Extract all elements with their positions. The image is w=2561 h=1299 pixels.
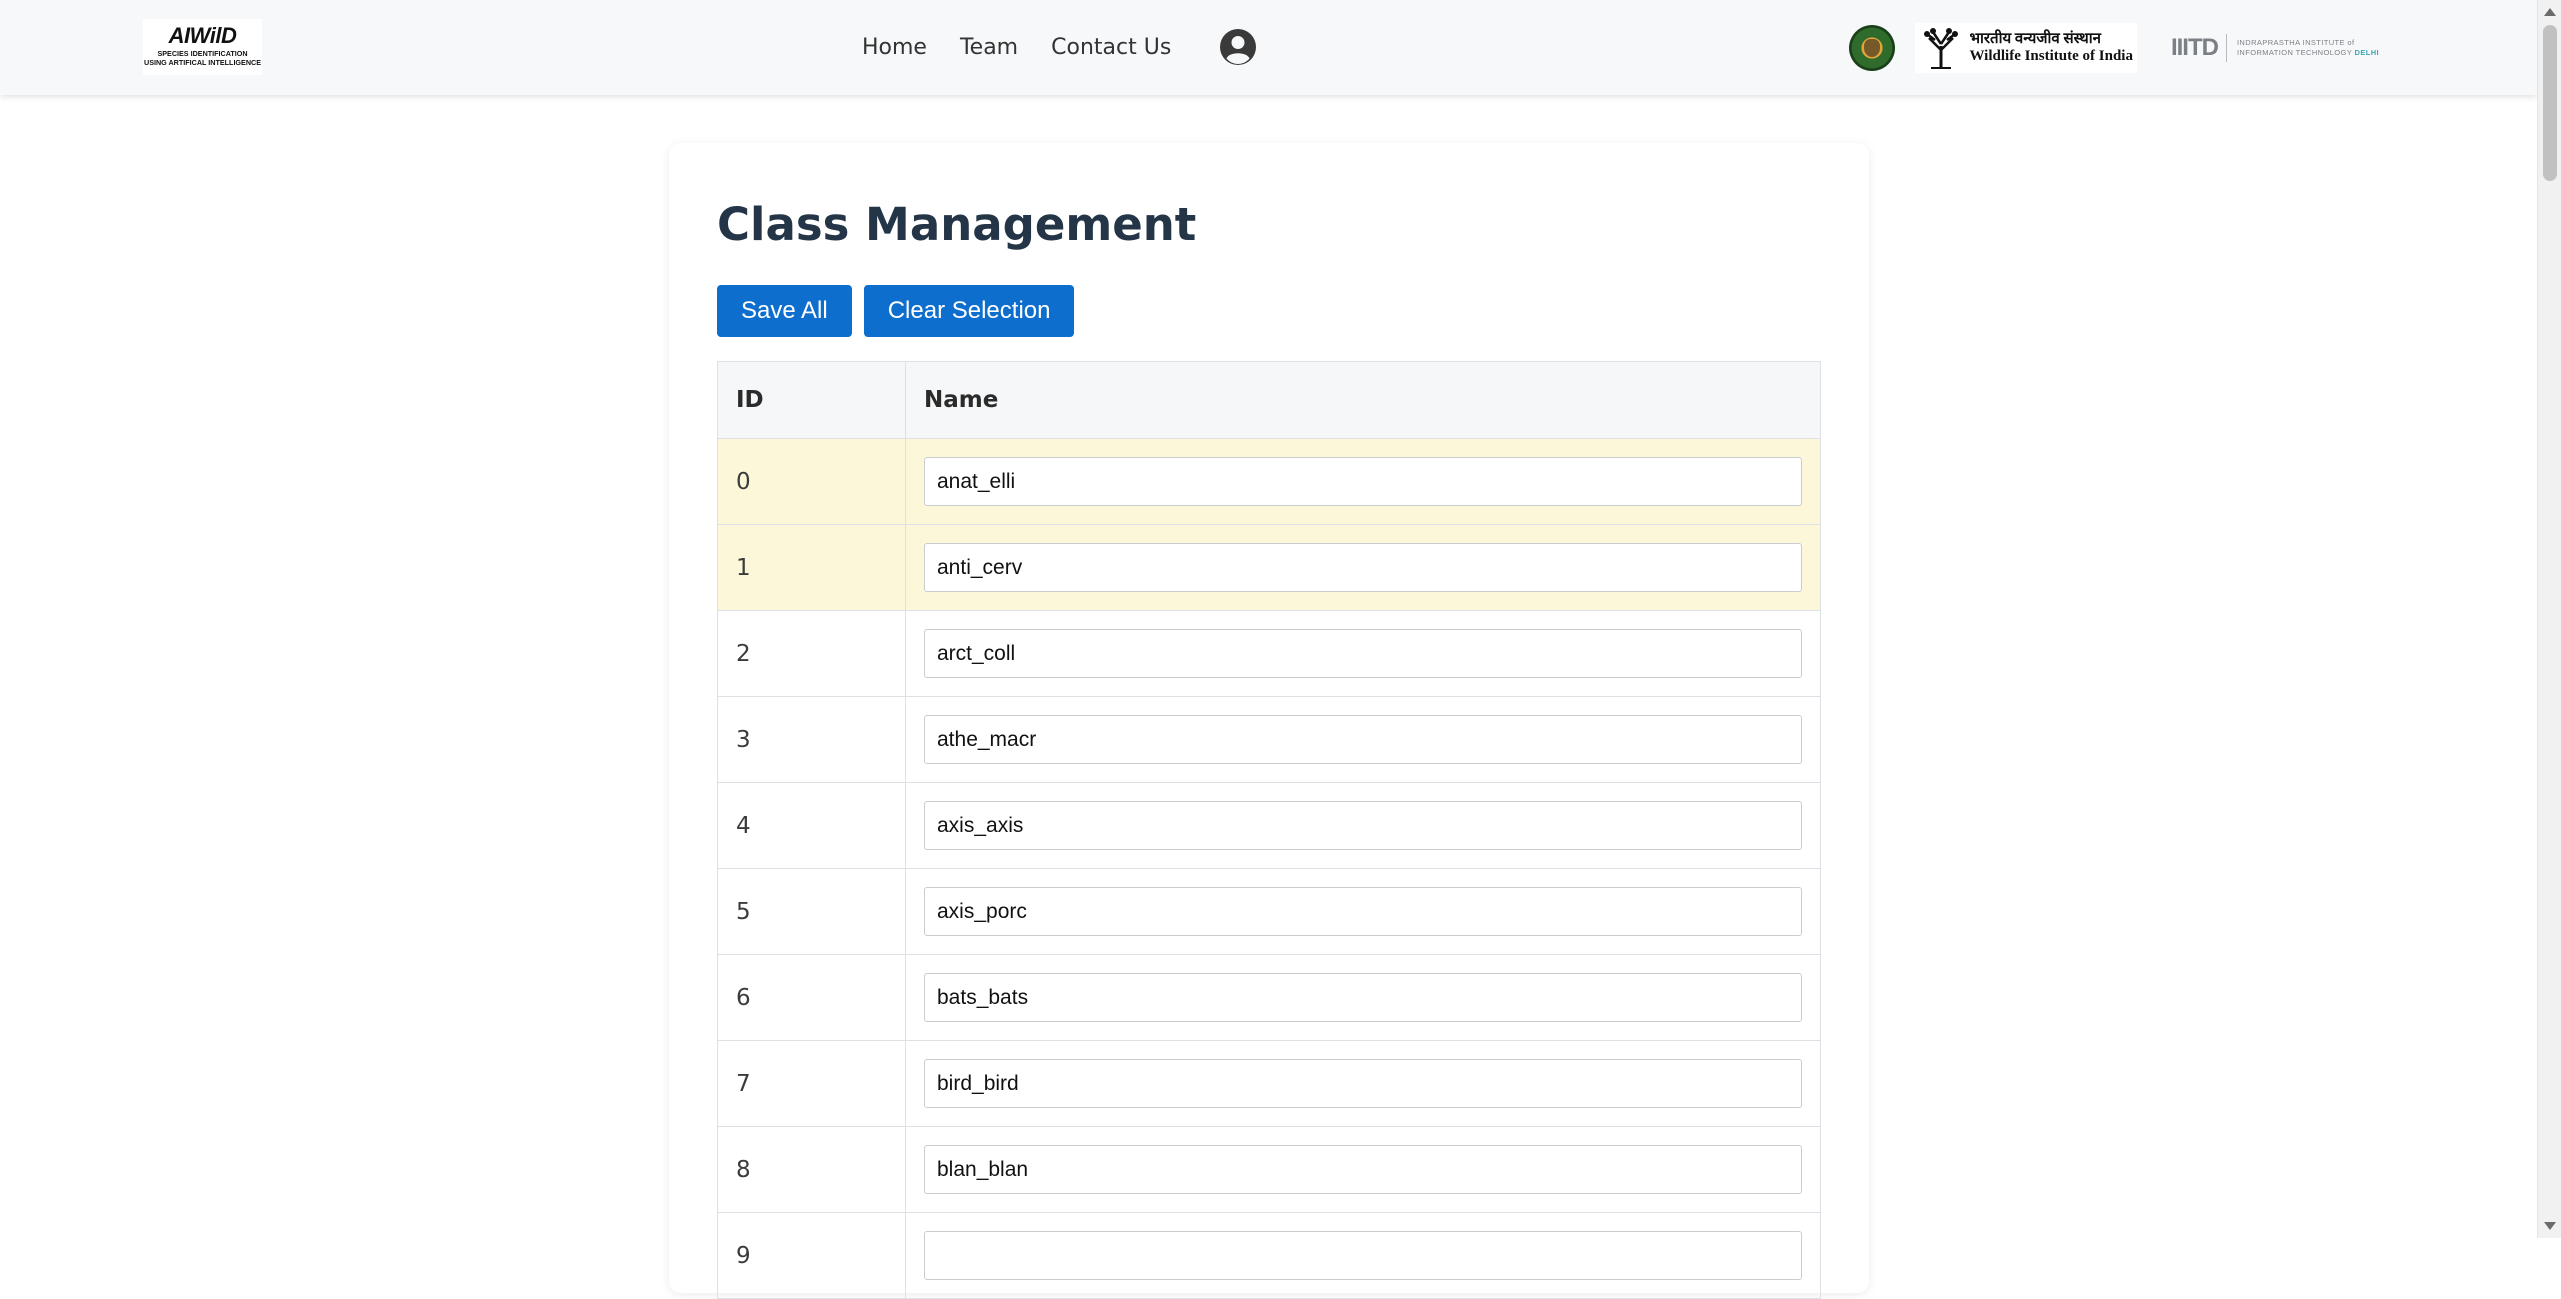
- page-scrollbar[interactable]: [2537, 0, 2561, 1238]
- scroll-down-arrow-icon[interactable]: [2544, 1222, 2556, 1230]
- class-management-card: Class Management Save All Clear Selectio…: [669, 143, 1869, 1299]
- class-name-cell: [905, 610, 1821, 697]
- class-table-wrapper: ID Name 0123456789: [717, 361, 1821, 1299]
- table-row[interactable]: 0: [717, 438, 1821, 525]
- main-nav: Home Team Contact Us: [862, 25, 1257, 69]
- class-name-input[interactable]: [924, 457, 1802, 506]
- scroll-thumb[interactable]: [2543, 25, 2557, 181]
- class-id-cell: 8: [717, 1126, 906, 1213]
- class-name-input[interactable]: [924, 887, 1802, 936]
- scroll-up-arrow-icon[interactable]: [2544, 8, 2556, 16]
- iiitd-logo: IIITD INDRAPRASTHA INSTITUTE of INFORMAT…: [2171, 34, 2379, 62]
- class-name-cell: [905, 438, 1821, 525]
- class-id-cell: 5: [717, 868, 906, 955]
- brand-name: AIWilD: [168, 23, 237, 48]
- clear-selection-button[interactable]: Clear Selection: [863, 285, 1075, 337]
- iiitd-line-2: INFORMATION TECHNOLOGY: [2236, 48, 2353, 57]
- class-id-cell: 7: [717, 1040, 906, 1127]
- iiitd-city: DELHI: [2354, 48, 2379, 57]
- class-table: ID Name 0123456789: [717, 361, 1821, 1299]
- class-name-input[interactable]: [924, 715, 1802, 764]
- class-id-cell: 0: [717, 438, 906, 525]
- class-id-cell: 3: [717, 696, 906, 783]
- wii-logo: भारतीय वन्यजीव संस्थान Wildlife Institut…: [1915, 23, 2137, 73]
- table-row[interactable]: 3: [717, 696, 1821, 783]
- tree-deer-icon: [1924, 28, 1959, 69]
- class-id-cell: 2: [717, 610, 906, 697]
- wii-english-name: Wildlife Institute of India: [1969, 48, 2133, 64]
- nav-link-team[interactable]: Team: [960, 35, 1018, 60]
- table-body: 0123456789: [717, 438, 1821, 1299]
- table-row[interactable]: 9: [717, 1212, 1821, 1299]
- table-row[interactable]: 2: [717, 610, 1821, 697]
- class-name-cell: [905, 954, 1821, 1041]
- table-row[interactable]: 4: [717, 782, 1821, 869]
- wii-hindi-name: भारतीय वन्यजीव संस्थान: [1969, 31, 2101, 47]
- class-name-input[interactable]: [924, 1145, 1802, 1194]
- forest-dept-emblem-icon: [1849, 25, 1896, 71]
- top-navbar: AIWilD SPECIES IDENTIFICATION USING ARTI…: [0, 0, 2537, 95]
- class-name-cell: [905, 696, 1821, 783]
- user-circle-icon[interactable]: [1219, 28, 1257, 66]
- class-id-cell: 6: [717, 954, 906, 1041]
- class-name-input[interactable]: [924, 1059, 1802, 1108]
- column-header-id: ID: [717, 361, 906, 439]
- save-all-button[interactable]: Save All: [717, 285, 852, 337]
- class-id-cell: 9: [717, 1212, 906, 1299]
- class-name-cell: [905, 524, 1821, 611]
- nav-link-contact-us[interactable]: Contact Us: [1051, 35, 1171, 60]
- class-id-cell: 1: [717, 524, 906, 611]
- table-row[interactable]: 5: [717, 868, 1821, 955]
- class-id-cell: 4: [717, 782, 906, 869]
- table-row[interactable]: 6: [717, 954, 1821, 1041]
- table-row[interactable]: 7: [717, 1040, 1821, 1127]
- class-name-input[interactable]: [924, 1231, 1802, 1280]
- iiitd-mark: IIITD: [2171, 34, 2227, 62]
- class-name-cell: [905, 868, 1821, 955]
- table-header-row: ID Name: [717, 361, 1821, 439]
- class-name-input[interactable]: [924, 629, 1802, 678]
- nav-link-home[interactable]: Home: [862, 35, 927, 60]
- partner-logos: भारतीय वन्यजीव संस्थान Wildlife Institut…: [1849, 18, 2379, 78]
- class-name-cell: [905, 1040, 1821, 1127]
- class-name-cell: [905, 782, 1821, 869]
- class-name-input[interactable]: [924, 973, 1802, 1022]
- class-name-input[interactable]: [924, 543, 1802, 592]
- page-title: Class Management: [717, 198, 1197, 251]
- column-header-name: Name: [905, 361, 1821, 439]
- toolbar: Save All Clear Selection: [717, 285, 1086, 337]
- class-name-cell: [905, 1212, 1821, 1299]
- table-row[interactable]: 8: [717, 1126, 1821, 1213]
- table-row[interactable]: 1: [717, 524, 1821, 611]
- iiitd-line-1: INDRAPRASTHA INSTITUTE of: [2236, 38, 2355, 47]
- class-name-input[interactable]: [924, 801, 1802, 850]
- class-name-cell: [905, 1126, 1821, 1213]
- aiwild-logo[interactable]: AIWilD SPECIES IDENTIFICATION USING ARTI…: [143, 19, 262, 75]
- brand-tagline: SPECIES IDENTIFICATION USING ARTIFICAL I…: [144, 49, 261, 67]
